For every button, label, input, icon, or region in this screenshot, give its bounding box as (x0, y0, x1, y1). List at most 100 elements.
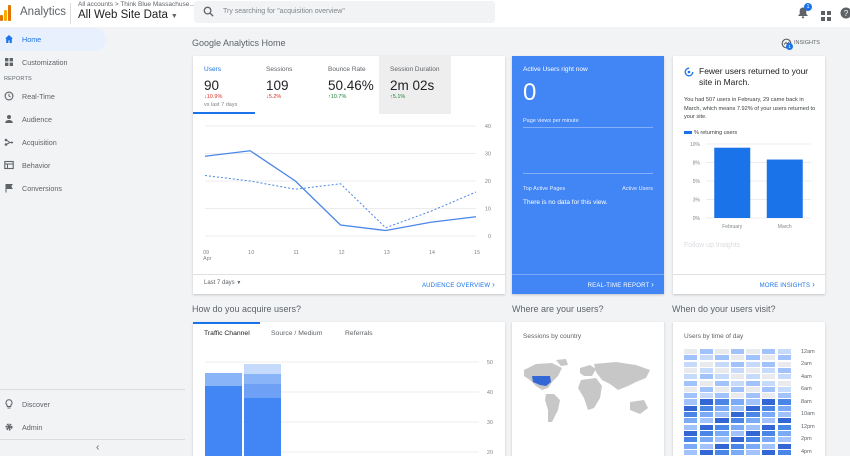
divider (0, 389, 185, 390)
time-label: 12pm (801, 424, 815, 430)
metric-label: Users (204, 66, 221, 73)
where-section-title: Where are your users? (512, 304, 604, 314)
heatmap-cell (777, 393, 791, 399)
svg-text:?: ? (844, 9, 849, 18)
card-title: Users by time of day (684, 333, 744, 340)
metric-value: 50.46% (328, 78, 374, 93)
collapse-sidebar-icon[interactable]: ‹ (96, 442, 99, 453)
apps-grid-icon[interactable] (821, 8, 831, 26)
heatmap-cell (699, 443, 713, 449)
heatmap-cell (699, 367, 713, 374)
heatmap-cell (746, 412, 760, 418)
search-icon (203, 6, 214, 17)
help-icon[interactable]: ? (840, 6, 850, 24)
time-label: 8am (801, 399, 812, 405)
divider (70, 3, 71, 24)
tab-session-duration[interactable]: Session Duration 2m 02s ↑5.1% (379, 56, 451, 114)
heatmap-cell (684, 349, 698, 355)
heatmap-cell (730, 418, 745, 424)
greenland-shape (556, 359, 568, 366)
metric-delta: ↓5.2% (266, 94, 282, 100)
heatmap-cell (777, 399, 791, 405)
heatmap-cell (715, 349, 729, 355)
audience-overview-card: Users 90 ↓10.9% vs last 7 days Sessions … (193, 56, 505, 294)
date-range-selector[interactable]: Last 7 days ▼ (204, 280, 241, 286)
y-tick-label: 0 (488, 234, 491, 240)
sidebar-item-audience[interactable]: Audience (0, 108, 106, 131)
heatmap-cell (730, 361, 745, 367)
sidebar-item-behavior[interactable]: Behavior (0, 154, 106, 177)
follow-up-insights[interactable]: Follow up Insights (684, 242, 740, 249)
heatmap-cell (715, 386, 729, 392)
sidebar-item-conversions[interactable]: Conversions (0, 177, 106, 200)
heatmap-cell (777, 355, 791, 361)
acquisition-icon (4, 138, 14, 146)
y-tick-label: 10 (485, 207, 491, 213)
search-input[interactable]: Try searching for "acquisition overview" (194, 1, 495, 23)
more-insights-link[interactable]: MORE INSIGHTS › (760, 280, 815, 289)
heatmap-cell (699, 430, 713, 437)
users-line-chart: 01020304009Apr10 11 12 13 14 15 (203, 124, 491, 262)
sidebar-item-acquisition[interactable]: Acquisition (0, 131, 106, 154)
insight-body: You had 507 users in February, 29 came b… (684, 97, 816, 121)
bar-segment (244, 364, 281, 374)
insights-badge: 1 (786, 43, 793, 50)
insights-button[interactable]: 1 INSIGHTS (781, 37, 829, 51)
tab-sessions[interactable]: Sessions 109 ↓5.2% (255, 56, 317, 114)
heatmap-cell (684, 399, 698, 405)
metric-comparison: vs last 7 days (204, 102, 238, 108)
heatmap-cell (684, 412, 698, 418)
time-label: 4am (801, 374, 812, 380)
app-name: Analytics (20, 6, 67, 18)
heatmap-cell (777, 437, 791, 443)
europe-shape (580, 365, 596, 376)
heatmap-cell (684, 443, 698, 449)
heatmap-cell (699, 355, 713, 361)
sidebar-item-label: Real-Time (22, 92, 55, 101)
sidebar-item-home[interactable]: Home (0, 28, 106, 51)
tab-traffic-channel[interactable]: Traffic Channel (204, 330, 250, 337)
y-tick-label: 3% (693, 198, 701, 204)
x-tick-label: February (722, 224, 743, 230)
realtime-report-link[interactable]: REAL-TIME REPORT › (588, 280, 654, 289)
return-users-icon (684, 67, 694, 77)
audience-overview-link[interactable]: AUDIENCE OVERVIEW › (422, 280, 495, 289)
sidebar-item-realtime[interactable]: Real-Time (0, 85, 106, 108)
heatmap-cell (762, 399, 776, 405)
world-map[interactable] (518, 356, 658, 430)
heatmap-cell (699, 412, 713, 418)
breadcrumb[interactable]: All accounts > Think Blue Massachuse... (78, 1, 195, 8)
heatmap-cell (684, 386, 698, 392)
when-section-title: When do your users visit? (672, 304, 776, 314)
divider (523, 173, 653, 174)
heatmap-cell (777, 418, 791, 424)
tab-users[interactable]: Users 90 ↓10.9% vs last 7 days (193, 56, 255, 114)
bar-segment (205, 386, 242, 456)
y-tick-label: 50 (487, 360, 493, 366)
metric-value: 2m 02s (390, 78, 435, 93)
heatmap-cell (715, 443, 729, 449)
sidebar-item-customization[interactable]: Customization (0, 51, 106, 74)
view-selector[interactable]: All Web Site Data ▼ (78, 9, 178, 21)
divider (523, 127, 653, 128)
heatmap-cell (684, 424, 698, 430)
heatmap-cell (684, 405, 698, 411)
tab-bounce-rate[interactable]: Bounce Rate 50.46% ↑10.7% (317, 56, 379, 114)
comparison-series-line (204, 175, 477, 229)
time-of-day-heatmap (684, 349, 794, 456)
sidebar-item-discover[interactable]: Discover (0, 393, 106, 416)
heatmap-cell (777, 443, 791, 449)
sidebar-item-admin[interactable]: Admin (0, 416, 106, 439)
y-tick-label: 40 (485, 124, 491, 130)
insight-card: Fewer users returned to your site in Mar… (673, 56, 825, 294)
metric-value: 90 (204, 78, 220, 93)
heatmap-cell (762, 393, 776, 399)
chevron-down-icon: ▼ (236, 280, 242, 286)
metric-label: Bounce Rate (328, 66, 366, 73)
sidebar: Home Customization REPORTS Real-Time Aud… (0, 27, 185, 456)
heatmap-cell (699, 361, 713, 367)
tab-referrals[interactable]: Referrals (345, 330, 373, 337)
heatmap-cell (715, 399, 729, 405)
tab-source-medium[interactable]: Source / Medium (271, 330, 322, 337)
bell-icon[interactable]: 1 (797, 3, 812, 24)
